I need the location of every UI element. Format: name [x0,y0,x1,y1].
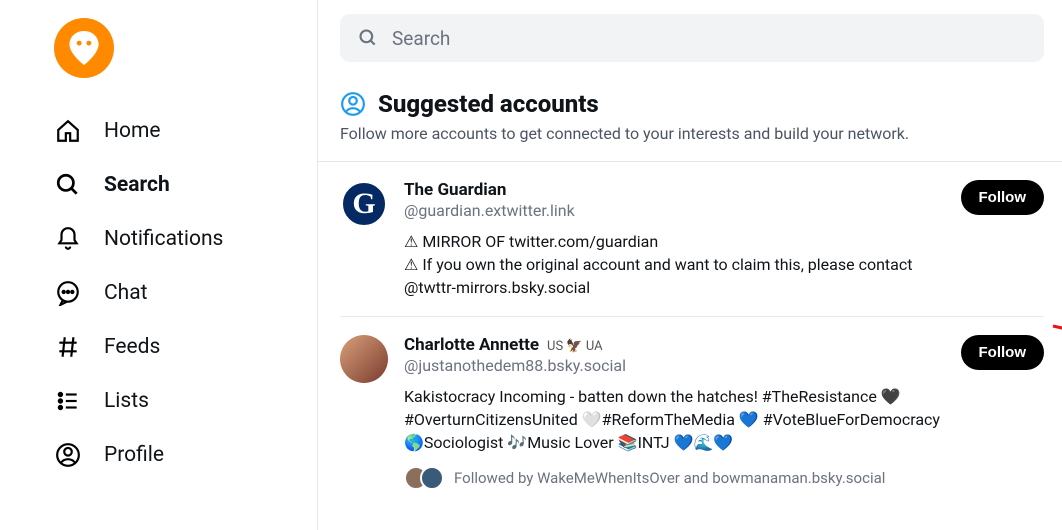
nav-home[interactable]: Home [54,104,317,158]
nav-chat[interactable]: Chat [54,266,317,320]
annotation-arrow [1048,318,1062,388]
suggested-account[interactable]: Charlotte Annette US 🦅 UA @justanothedem… [340,317,1044,507]
account-handle: @justanothedem88.bsky.social [404,356,945,375]
nav-label: Profile [104,443,164,467]
nav-label: Lists [104,389,149,413]
nav-label: Notifications [104,227,223,251]
account-name: Charlotte Annette [404,335,539,355]
alien-pin-icon [69,31,99,65]
lists-icon [54,387,82,415]
follow-button[interactable]: Follow [961,335,1045,370]
search-input[interactable]: Search [340,14,1044,62]
nav-feeds[interactable]: Feeds [54,320,317,374]
account-name: The Guardian [404,180,506,200]
home-icon [54,117,82,145]
suggested-account[interactable]: G The Guardian @guardian.extwitter.link … [340,162,1044,317]
search-placeholder: Search [392,27,450,50]
nav-profile[interactable]: Profile [54,428,317,482]
nav-search[interactable]: Search [54,158,317,212]
nav-notifications[interactable]: Notifications [54,212,317,266]
account-bio: Kakistocracy Incoming - batten down the … [404,385,945,455]
hash-icon [54,333,82,361]
followed-by: Followed by WakeMeWhenItsOver and bowman… [404,466,945,490]
profile-avatar[interactable] [54,18,114,78]
account-handle: @guardian.extwitter.link [404,201,945,220]
follower-avatar [420,466,444,490]
followed-by-text: Followed by WakeMeWhenItsOver and bowman… [454,469,885,487]
nav-label: Feeds [104,335,160,359]
account-bio: ⚠ MIRROR OF twitter.com/guardian ⚠ If yo… [404,230,945,300]
section-title: Suggested accounts [378,90,599,118]
section-subtitle: Follow more accounts to get connected to… [340,124,1044,143]
account-avatar[interactable] [340,335,388,383]
main-content: Search Suggested accounts Follow more ac… [318,0,1062,530]
account-avatar[interactable]: G [340,180,388,228]
profile-icon [54,441,82,469]
chat-icon [54,279,82,307]
search-icon [54,171,82,199]
nav-label: Chat [104,281,148,305]
nav-label: Search [104,173,170,197]
search-icon [358,28,378,48]
person-circle-icon [340,91,366,117]
nav-label: Home [104,119,161,143]
nav-lists[interactable]: Lists [54,374,317,428]
bell-icon [54,225,82,253]
sidebar: Home Search Notifications Chat Feeds [0,0,318,530]
follow-button[interactable]: Follow [961,180,1045,215]
account-name-suffix: US 🦅 UA [547,339,603,354]
